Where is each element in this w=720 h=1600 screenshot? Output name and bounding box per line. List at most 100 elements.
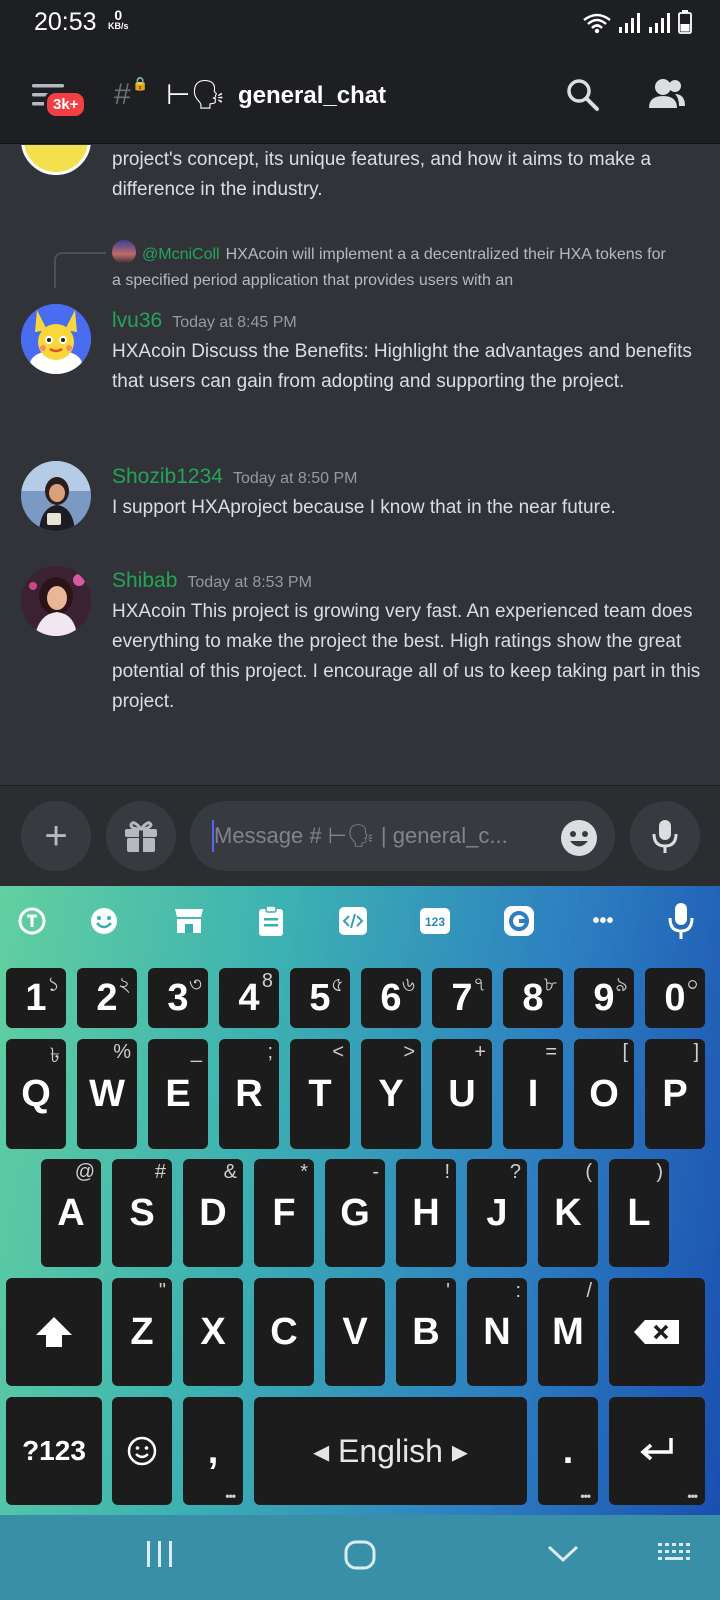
key-n[interactable]: N: xyxy=(467,1278,527,1386)
key-alt: = xyxy=(545,1041,557,1063)
key-1[interactable]: 1১ xyxy=(6,968,66,1028)
key-i[interactable]: I = xyxy=(503,1039,563,1149)
gift-button[interactable] xyxy=(106,801,176,871)
key-c[interactable]: C xyxy=(254,1278,314,1386)
previous-author-avatar[interactable] xyxy=(21,145,91,175)
emoji-key[interactable] xyxy=(112,1397,172,1505)
channel-name[interactable]: general_chat xyxy=(238,82,386,110)
more-options-icon[interactable]: ••• xyxy=(586,904,620,938)
key-alt: % xyxy=(113,1041,131,1063)
key-w[interactable]: W% xyxy=(77,1039,137,1149)
key-label: N xyxy=(483,1310,511,1353)
key-u[interactable]: U + xyxy=(432,1039,492,1149)
members-icon[interactable] xyxy=(648,78,686,110)
microphone-icon xyxy=(652,820,678,853)
key-label: R xyxy=(235,1072,263,1115)
comma-key[interactable]: , ••• xyxy=(183,1397,243,1505)
key-alt: ৫ xyxy=(331,974,344,996)
key-label: 9 xyxy=(593,976,615,1019)
key-alt: ] xyxy=(693,1041,699,1063)
key-6[interactable]: 6৬ xyxy=(361,968,421,1028)
key-d[interactable]: D & xyxy=(183,1159,243,1267)
enter-icon xyxy=(640,1438,673,1461)
key-label: L xyxy=(627,1191,651,1234)
key-alt: - xyxy=(372,1161,379,1183)
add-attachment-button[interactable]: + xyxy=(21,801,91,871)
key-0[interactable]: 0০ xyxy=(645,968,705,1028)
key-e[interactable]: E _ xyxy=(148,1039,208,1149)
author-name[interactable]: lvu36 xyxy=(112,309,162,332)
message-list[interactable]: project's concept, its unique features, … xyxy=(0,145,720,785)
key-7[interactable]: 7৭ xyxy=(432,968,492,1028)
recents-icon[interactable] xyxy=(144,1539,176,1569)
key-a[interactable]: A @ xyxy=(41,1159,101,1267)
back-chevron-down-icon[interactable] xyxy=(546,1539,580,1569)
key-p[interactable]: P] xyxy=(645,1039,705,1149)
key-5[interactable]: 5৫ xyxy=(290,968,350,1028)
key-l[interactable]: L) xyxy=(609,1159,669,1267)
key-y[interactable]: Y > xyxy=(361,1039,421,1149)
key-r[interactable]: R; xyxy=(219,1039,279,1149)
key-v[interactable]: V xyxy=(325,1278,385,1386)
author-avatar[interactable] xyxy=(21,304,91,374)
key-x[interactable]: X xyxy=(183,1278,243,1386)
author-avatar[interactable] xyxy=(21,566,91,636)
symbols-key[interactable]: ?123 xyxy=(6,1397,102,1505)
voice-message-button[interactable] xyxy=(630,801,700,871)
key-3[interactable]: 3৩ xyxy=(148,968,208,1028)
key-label: U xyxy=(448,1072,476,1115)
emoji-toolbar-icon[interactable] xyxy=(87,904,121,938)
author-avatar[interactable] xyxy=(21,461,91,531)
key-m[interactable]: M / xyxy=(538,1278,598,1386)
key-alt: ৮ xyxy=(544,974,557,996)
message-composer: + Message # ⊢🗣 | general_c... xyxy=(0,785,720,886)
key-9[interactable]: 9৯ xyxy=(574,968,634,1028)
reply-preview[interactable]: @McniColl HXAcoin will implement a a dece… xyxy=(112,240,672,294)
key-2[interactable]: 2২ xyxy=(77,968,137,1028)
keyboard-switch-icon[interactable] xyxy=(656,1539,694,1569)
shift-icon xyxy=(36,1317,72,1347)
period-key[interactable]: . ••• xyxy=(538,1397,598,1505)
key-s[interactable]: S # xyxy=(112,1159,172,1267)
author-name[interactable]: Shozib1234 xyxy=(112,465,223,488)
key-alt: ! xyxy=(444,1161,450,1183)
grammarly-icon[interactable] xyxy=(502,904,536,938)
message-author[interactable]: Shibab Today at 8:53 PM xyxy=(112,569,312,593)
sync-icon[interactable] xyxy=(15,904,49,938)
key-more-dots: ••• xyxy=(580,1489,591,1503)
clipboard-icon[interactable] xyxy=(254,904,288,938)
key-label: 7 xyxy=(451,976,473,1019)
backspace-key[interactable] xyxy=(609,1278,705,1386)
author-name[interactable]: Shibab xyxy=(112,569,177,592)
key-g[interactable]: G- xyxy=(325,1159,385,1267)
key-b[interactable]: B ' xyxy=(396,1278,456,1386)
key-q[interactable]: Q ৳ xyxy=(6,1039,66,1149)
code-icon[interactable] xyxy=(336,904,370,938)
key-j[interactable]: J? xyxy=(467,1159,527,1267)
key-z[interactable]: Z " xyxy=(112,1278,172,1386)
store-icon[interactable] xyxy=(172,904,206,938)
numpad-icon[interactable]: 123 xyxy=(418,904,452,938)
search-icon[interactable] xyxy=(566,78,600,112)
key-k[interactable]: K( xyxy=(538,1159,598,1267)
key-t[interactable]: T < xyxy=(290,1039,350,1149)
emoji-icon[interactable] xyxy=(560,819,598,857)
key-h[interactable]: H! xyxy=(396,1159,456,1267)
home-icon[interactable] xyxy=(343,1539,377,1573)
key-4[interactable]: 48 xyxy=(219,968,279,1028)
key-o[interactable]: O[ xyxy=(574,1039,634,1149)
key-label: . xyxy=(562,1429,574,1472)
key-f[interactable]: F * xyxy=(254,1159,314,1267)
message-author[interactable]: lvu36 Today at 8:45 PM xyxy=(112,309,297,333)
key-label: P xyxy=(662,1072,688,1115)
message-author[interactable]: Shozib1234 Today at 8:50 PM xyxy=(112,465,357,489)
message-input[interactable]: Message # ⊢🗣 | general_c... xyxy=(190,801,615,871)
key-more-dots: ••• xyxy=(687,1489,698,1503)
key-8[interactable]: 8৮ xyxy=(503,968,563,1028)
voice-input-icon[interactable] xyxy=(664,903,698,939)
shift-key[interactable] xyxy=(6,1278,102,1386)
key-label: D xyxy=(199,1191,227,1234)
key-label: J xyxy=(486,1191,508,1234)
enter-key[interactable]: ••• xyxy=(609,1397,705,1505)
space-key[interactable]: ◂ English ▸ xyxy=(254,1397,527,1505)
